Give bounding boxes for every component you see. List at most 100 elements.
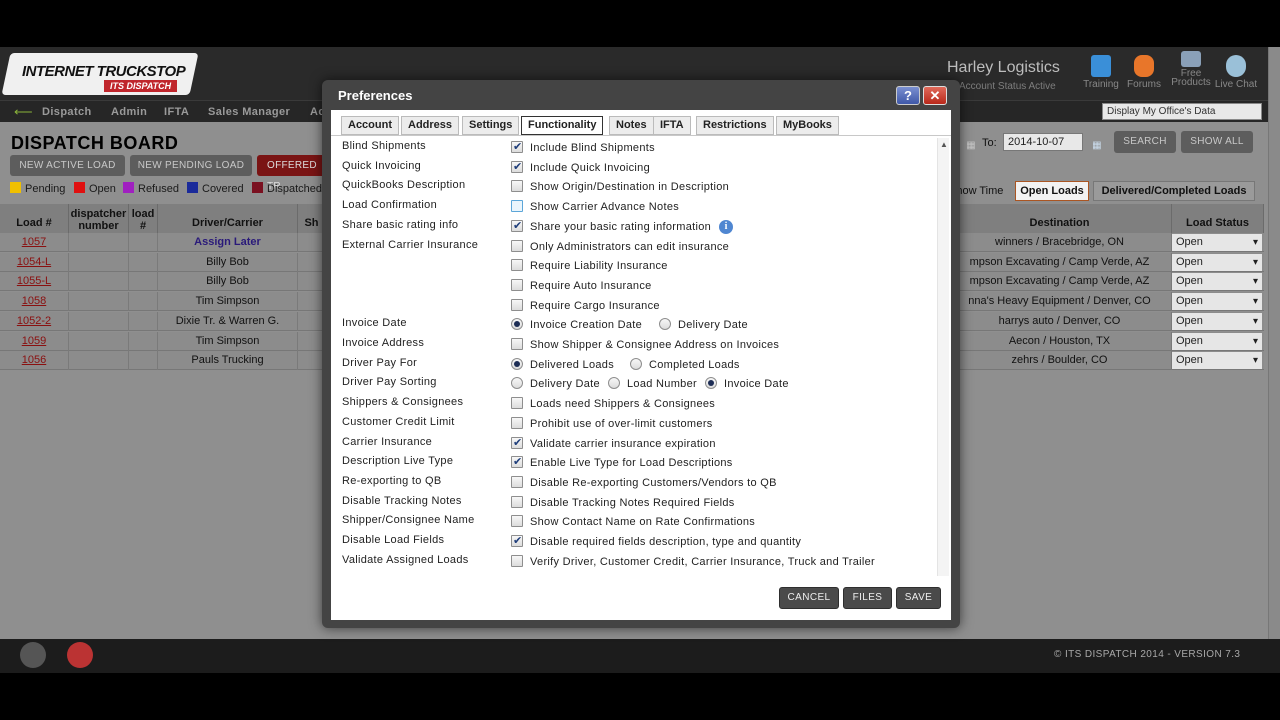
pref-option-label[interactable]: Delivery Date (530, 378, 600, 390)
free-products-link[interactable]: Free Products (1166, 51, 1216, 88)
nav-sales-manager[interactable]: Sales Manager (208, 106, 290, 118)
pref-option-label[interactable]: Disable Tracking Notes Required Fields (530, 497, 735, 509)
load-status-select[interactable]: Open (1172, 273, 1262, 291)
load-number-link[interactable]: 1054-L (0, 252, 69, 272)
tab-open-loads[interactable]: Open Loads (1015, 181, 1089, 201)
pref-option-label[interactable]: Prohibit use of over-limit customers (530, 418, 713, 430)
table-row[interactable]: harrys auto / Denver, CO Open (948, 311, 1264, 331)
show-all-button[interactable]: SHOW ALL (1181, 131, 1253, 153)
pref-option-label[interactable]: Require Auto Insurance (530, 280, 652, 292)
tab-account[interactable]: Account (341, 116, 399, 135)
table-row[interactable]: winners / Bracebridge, ON Open (948, 233, 1264, 252)
load-number-link[interactable]: 1055-L (0, 272, 69, 292)
save-button[interactable]: SAVE (896, 587, 941, 609)
pref-option-label[interactable]: Enable Live Type for Load Descriptions (530, 457, 733, 469)
table-row[interactable]: zehrs / Boulder, CO Open (948, 351, 1264, 371)
pref-checkbox[interactable] (511, 515, 523, 528)
pref-option-label[interactable]: Disable Re-exporting Customers/Vendors t… (530, 477, 777, 489)
table-row[interactable]: nna's Heavy Equipment / Denver, CO Open (948, 292, 1264, 312)
pref-radio[interactable] (705, 377, 717, 390)
pref-checkbox[interactable] (511, 180, 523, 193)
tab-ifta[interactable]: IFTA (653, 116, 691, 135)
table-row[interactable]: 1056 Pauls Trucking (0, 351, 326, 371)
pref-option-label[interactable]: Show Shipper & Consignee Address on Invo… (530, 339, 779, 351)
pref-option-label[interactable]: Include Blind Shipments (530, 142, 655, 154)
pref-option-label[interactable]: Delivery Date (678, 319, 748, 331)
load-status-select[interactable]: Open (1172, 352, 1262, 370)
pref-checkbox[interactable] (511, 495, 523, 508)
info-icon[interactable]: i (719, 219, 733, 234)
load-number-link[interactable]: 1059 (0, 331, 69, 351)
nav-admin[interactable]: Admin (111, 106, 147, 118)
date-to-input[interactable]: 2014-10-07 (1003, 133, 1083, 151)
pref-radio[interactable] (608, 377, 620, 390)
pref-checkbox[interactable] (511, 455, 523, 469)
table-row[interactable]: 1052-2 Dixie Tr. & Warren G. (0, 311, 326, 331)
pref-option-label[interactable]: Verify Driver, Customer Credit, Carrier … (530, 556, 875, 568)
table-row[interactable]: 1059 Tim Simpson (0, 331, 326, 351)
table-row[interactable]: Aecon / Houston, TX Open (948, 331, 1264, 351)
pref-option-label[interactable]: Completed Loads (649, 359, 740, 371)
nav-dispatch[interactable]: Dispatch (42, 106, 92, 118)
load-number-link[interactable]: 1058 (0, 292, 69, 312)
pref-option-label[interactable]: Load Number (627, 378, 697, 390)
table-row[interactable]: 1058 Tim Simpson (0, 292, 326, 312)
pref-checkbox[interactable] (511, 338, 523, 350)
table-row[interactable]: mpson Excavating / Camp Verde, AZ Open (948, 272, 1264, 292)
load-status-select[interactable]: Open (1172, 293, 1262, 311)
tab-delivered-completed-loads[interactable]: Delivered/Completed Loads (1093, 181, 1255, 201)
pref-option-label[interactable]: Show Origin/Destination in Description (530, 181, 729, 193)
pref-option-label[interactable]: Include Quick Invoicing (530, 162, 650, 174)
tab-mybooks[interactable]: MyBooks (776, 116, 839, 135)
forums-link[interactable]: Forums (1119, 55, 1169, 90)
pref-option-label[interactable]: Show Contact Name on Rate Confirmations (530, 516, 755, 528)
load-status-select[interactable]: Open (1172, 312, 1262, 330)
load-number-link[interactable]: 1056 (0, 351, 69, 371)
pref-option-label[interactable]: Loads need Shippers & Consignees (530, 398, 715, 410)
files-button[interactable]: FILES (843, 587, 892, 609)
pref-checkbox[interactable] (511, 160, 523, 173)
load-status-select[interactable]: Open (1172, 253, 1262, 271)
calendar-icon[interactable]: ▦ (1088, 135, 1106, 156)
new-pending-load-button[interactable]: NEW PENDING LOAD (130, 155, 252, 176)
pref-option-label[interactable]: Disable required fields description, typ… (530, 536, 801, 548)
pref-checkbox[interactable] (511, 239, 523, 252)
page-scrollbar[interactable] (1268, 47, 1280, 673)
pref-option-label[interactable]: Require Liability Insurance (530, 260, 668, 272)
driver-carrier-cell[interactable]: Assign Later (158, 233, 298, 252)
pref-checkbox[interactable] (511, 219, 523, 232)
office-data-select[interactable]: Display My Office's Data (1102, 103, 1262, 120)
nav-ifta[interactable]: IFTA (164, 106, 189, 118)
pref-checkbox[interactable] (511, 200, 523, 213)
app-badge-icon[interactable] (67, 642, 93, 668)
tab-functionality[interactable]: Functionality (521, 116, 604, 135)
pref-checkbox[interactable] (511, 475, 523, 488)
load-number-link[interactable]: 1057 (0, 233, 69, 252)
back-arrow-icon[interactable]: ⟵ (14, 104, 33, 120)
pref-option-label[interactable]: Share your basic rating information (530, 221, 711, 233)
pref-radio[interactable] (511, 318, 523, 331)
load-number-link[interactable]: 1052-2 (0, 311, 69, 331)
tab-address[interactable]: Address (401, 116, 460, 135)
pref-option-label[interactable]: Require Cargo Insurance (530, 300, 660, 312)
preferences-scrollbar[interactable]: ▲ (937, 138, 949, 576)
pref-option-label[interactable]: Delivered Loads (530, 359, 614, 371)
scroll-up-icon[interactable]: ▲ (940, 140, 948, 149)
load-status-select[interactable]: Open (1172, 332, 1262, 350)
close-icon[interactable]: ✕ (923, 86, 947, 105)
calendar-icon[interactable]: ▦ (962, 135, 980, 156)
pref-checkbox[interactable] (511, 436, 523, 449)
table-row[interactable]: 1055-L Billy Bob (0, 272, 326, 292)
load-status-select[interactable]: Open (1172, 234, 1262, 251)
pref-checkbox[interactable] (511, 259, 523, 272)
pref-radio[interactable] (630, 357, 642, 370)
new-active-load-button[interactable]: NEW ACTIVE LOAD (10, 155, 125, 176)
tab-notes[interactable]: Notes (609, 116, 654, 135)
pref-option-label[interactable]: Only Administrators can edit insurance (530, 241, 729, 253)
pref-checkbox[interactable] (511, 298, 523, 311)
pref-checkbox[interactable] (511, 554, 523, 567)
pref-radio[interactable] (511, 357, 523, 370)
tab-settings[interactable]: Settings (462, 116, 520, 135)
tab-restrictions[interactable]: Restrictions (696, 116, 774, 135)
offered-trucks-button[interactable]: OFFERED TR (257, 155, 327, 192)
